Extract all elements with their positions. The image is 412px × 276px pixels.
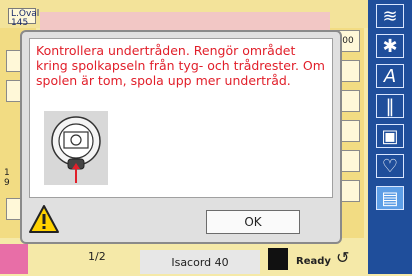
- thread-type: Isacord 40: [140, 250, 260, 274]
- bobbin-case-icon: [44, 111, 108, 185]
- bobbin-thread-icon[interactable]: ✱: [376, 34, 404, 58]
- hoop-number: 145: [11, 18, 29, 28]
- embroidery-icon[interactable]: ▤: [376, 186, 404, 210]
- right-toolbar: ≋ ✱ A ‖ ▣ ♡ ▤: [368, 0, 412, 274]
- frame-icon[interactable]: ▣: [376, 124, 404, 148]
- page-indicator: 1/2: [88, 250, 106, 263]
- left-value-bottom: 9: [4, 178, 10, 188]
- design-preview-band: [40, 12, 330, 30]
- zigzag-icon[interactable]: ≋: [376, 4, 404, 28]
- ready-status: Ready: [296, 256, 331, 267]
- straight-stitch-icon[interactable]: ‖: [376, 94, 404, 118]
- return-arrow-icon[interactable]: ↺: [336, 248, 349, 267]
- heart-icon[interactable]: ♡: [376, 154, 404, 178]
- right-value: 00: [342, 36, 354, 46]
- dialog-message: Kontrollera undertråden. Rengör området …: [36, 43, 325, 88]
- left-value-top: 1: [4, 168, 10, 178]
- alphabet-icon[interactable]: A: [376, 64, 404, 88]
- hoop-indicator[interactable]: L.Oval 145: [8, 8, 39, 28]
- back-button[interactable]: [0, 244, 28, 274]
- warning-icon: [29, 205, 59, 233]
- warning-dialog: Kontrollera undertråden. Rengör området …: [20, 30, 342, 244]
- ready-indicator-icon: [268, 248, 288, 270]
- ok-button[interactable]: OK: [206, 210, 300, 234]
- dialog-content: Kontrollera undertråden. Rengör området …: [29, 38, 333, 198]
